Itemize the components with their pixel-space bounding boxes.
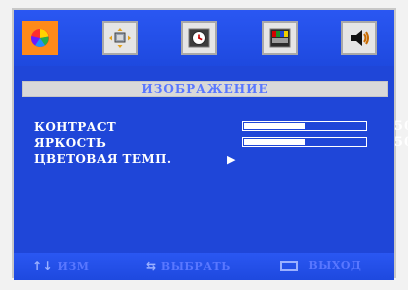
brightness-slider-fill [244,139,305,145]
setting-label-color-temp: ЦВЕТОВАЯ ТЕМП. [34,152,172,166]
tab-color[interactable] [262,21,298,55]
hint-change: ↑↓ ИЗМ [32,260,89,273]
contrast-value: 50 [393,119,408,134]
hint-change-label: ИЗМ [57,260,90,273]
speaker-icon [351,30,369,46]
submenu-arrow-icon: ▶ [227,153,236,166]
color-wheel-icon [30,29,49,48]
osd-top-tabs [14,10,394,66]
tab-position[interactable] [102,21,138,55]
tab-picture[interactable] [22,21,58,55]
left-right-arrows-icon: ⇆ [146,259,157,273]
hint-select: ⇆ ВЫБРАТЬ [146,260,231,273]
setting-row-brightness[interactable]: ЯРКОСТЬ 50 [34,136,408,151]
menu-button-icon [280,261,298,271]
osd-menu: ИЗОБРАЖЕНИЕ КОНТРАСТ 50 ЯРКОСТЬ 50 ЦВЕТО… [12,8,408,280]
brightness-value: 50 [393,135,408,150]
setting-row-contrast[interactable]: КОНТРАСТ 50 [34,120,408,135]
hint-exit: ВЫХОД [280,260,361,272]
display-position-icon [109,28,131,48]
up-down-arrows-icon: ↑↓ [32,259,54,273]
setting-row-color-temp[interactable]: ЦВЕТОВАЯ ТЕМП. ▶ [34,152,235,166]
clock-icon [188,28,210,48]
osd-footer: ↑↓ ИЗМ ⇆ ВЫБРАТЬ ВЫХОД [14,253,394,280]
settings-panel: КОНТРАСТ 50 ЯРКОСТЬ 50 ЦВЕТОВАЯ ТЕМП. ▶ [14,99,408,253]
color-bars-icon [269,28,291,48]
section-title: ИЗОБРАЖЕНИЕ [22,81,388,97]
contrast-slider-fill [244,123,305,129]
brightness-slider[interactable] [242,137,367,147]
hint-select-label: ВЫБРАТЬ [160,260,231,273]
tab-clock[interactable] [181,21,217,55]
setting-label-contrast: КОНТРАСТ [34,120,117,134]
tab-audio[interactable] [341,21,377,55]
contrast-slider[interactable] [242,121,367,131]
setting-label-brightness: ЯРКОСТЬ [34,136,107,150]
hint-exit-label: ВЫХОД [308,259,362,272]
